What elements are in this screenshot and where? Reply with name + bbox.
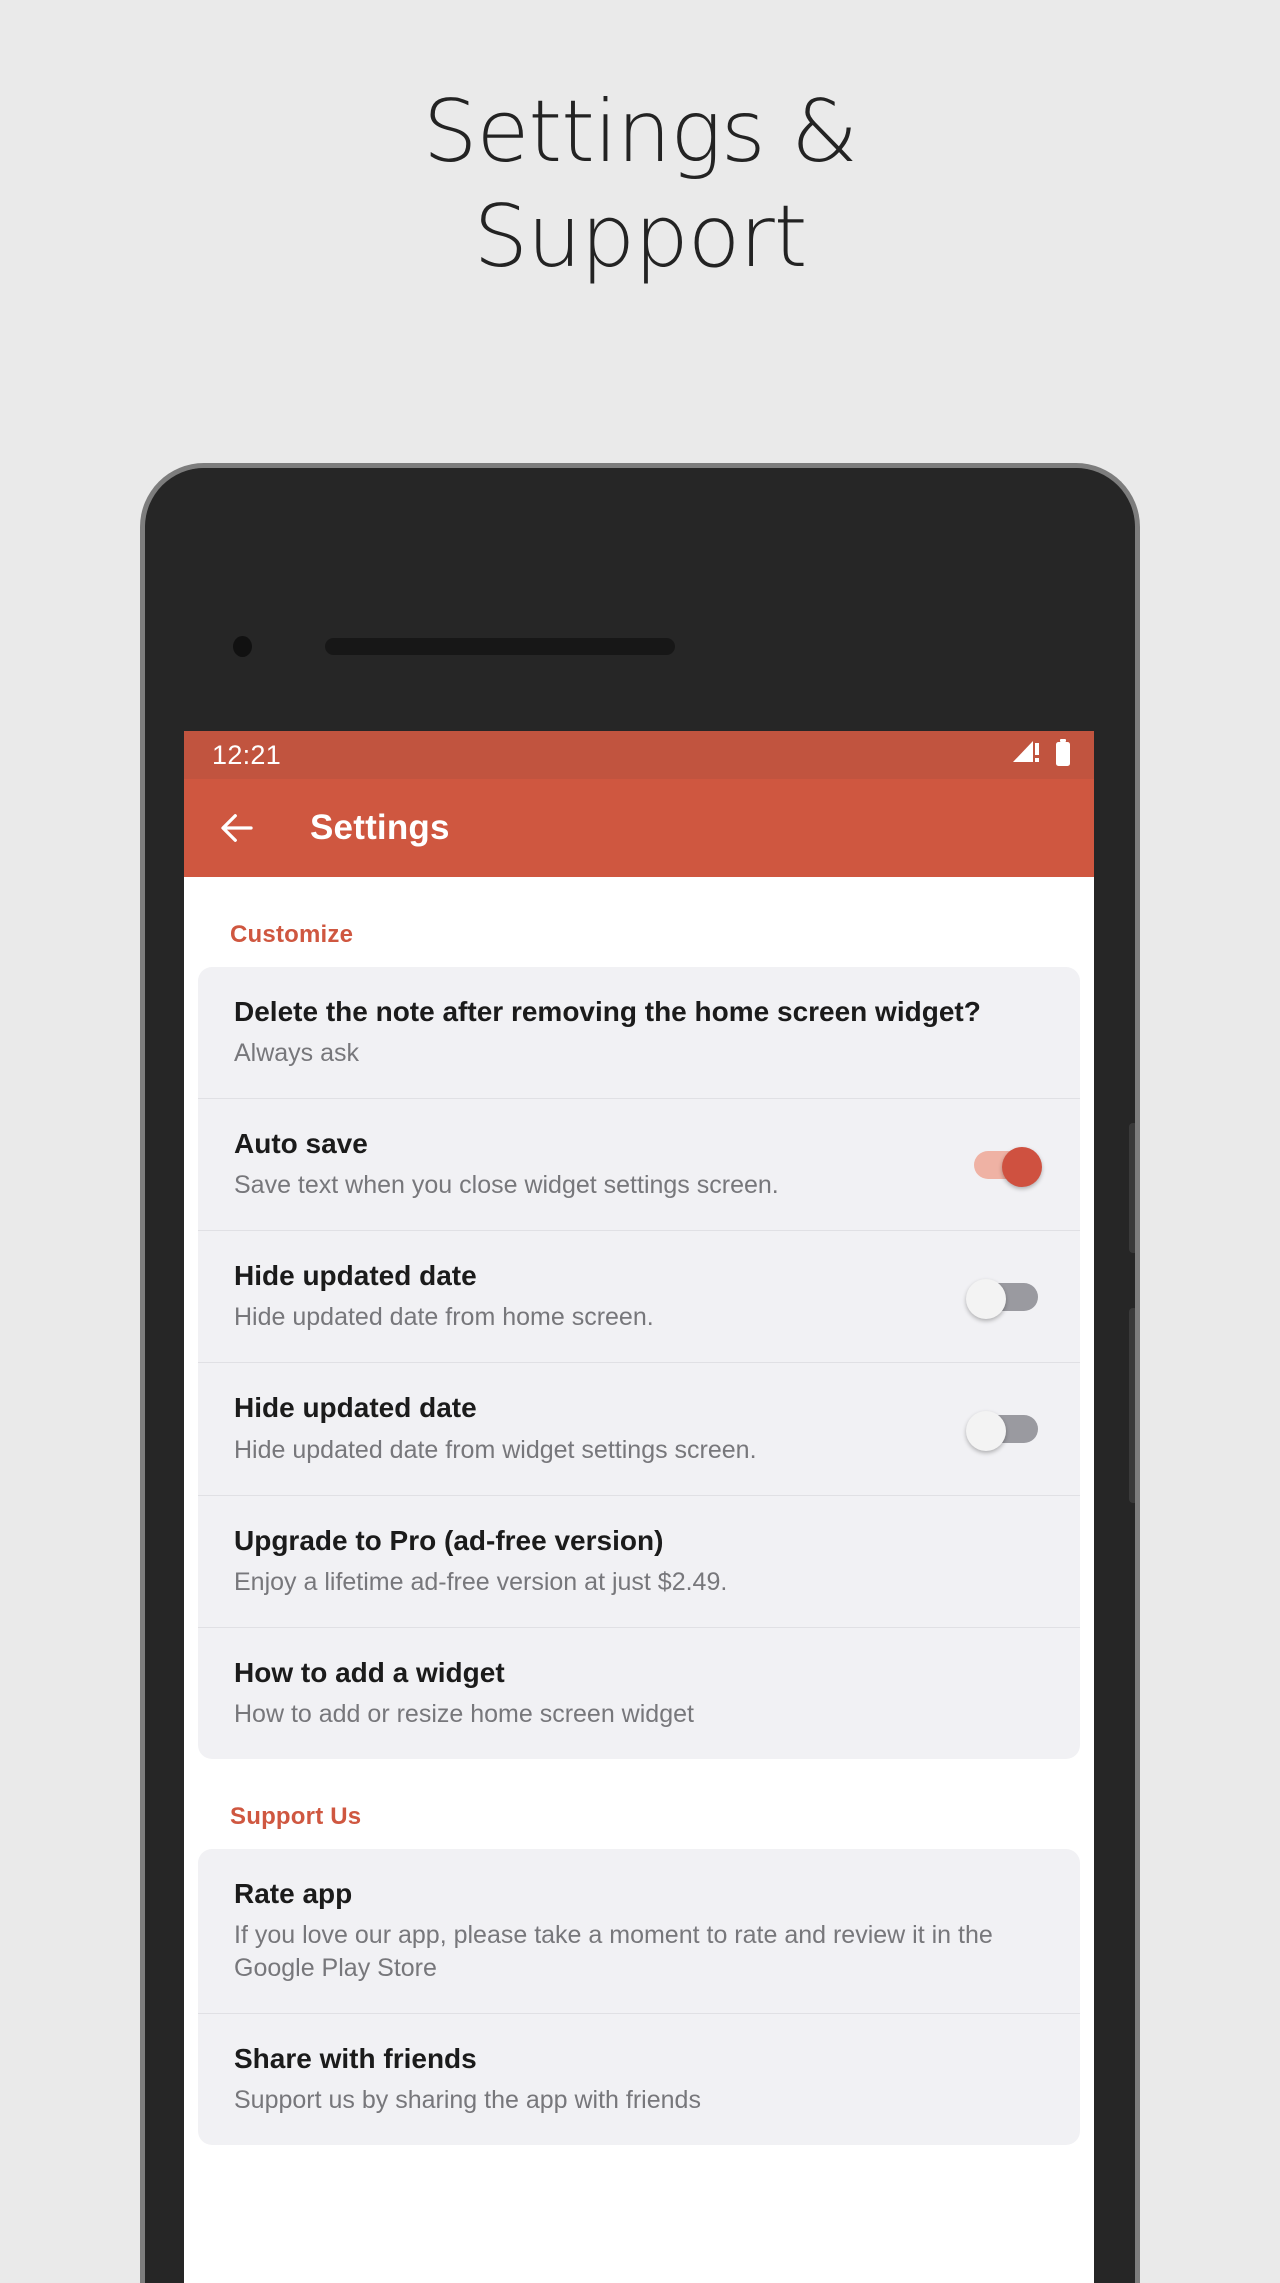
row-text: How to add a widget How to add or resize… <box>234 1656 1044 1731</box>
row-text: Hide updated date Hide updated date from… <box>234 1259 950 1334</box>
row-text: Rate app If you love our app, please tak… <box>234 1877 1044 1985</box>
list-item[interactable]: Auto save Save text when you close widge… <box>198 1098 1080 1230</box>
hero-heading: Settings & Support <box>0 80 1280 290</box>
row-subtitle: Enjoy a lifetime ad-free version at just… <box>234 1567 728 1596</box>
page-title: Settings & Support <box>422 82 858 287</box>
row-text: Hide updated date Hide updated date from… <box>234 1391 950 1466</box>
back-arrow-icon[interactable] <box>216 807 258 849</box>
row-subtitle: Save text when you close widget settings… <box>234 1171 779 1200</box>
settings-card-customize: Delete the note after removing the home … <box>198 967 1080 1759</box>
row-title: Hide updated date <box>234 1392 477 1424</box>
battery-icon <box>1054 738 1072 772</box>
toggle-thumb <box>966 1278 1006 1319</box>
section-header-support-us: Support Us <box>230 1802 362 1830</box>
status-bar: 12:21 <box>184 731 1094 779</box>
row-title: Share with friends <box>234 2043 477 2075</box>
section-header-customize: Customize <box>230 921 354 948</box>
front-camera-icon <box>233 636 252 657</box>
phone-screen: 12:21 Settings Customize Delete the note… <box>184 731 1094 2283</box>
toggle-thumb <box>966 1411 1006 1452</box>
volume-button[interactable] <box>1129 1308 1135 1503</box>
list-item[interactable]: Hide updated date Hide updated date from… <box>198 1230 1080 1362</box>
row-subtitle: If you love our app, please take a momen… <box>234 1921 993 1983</box>
phone-body: 12:21 Settings Customize Delete the note… <box>145 468 1135 2283</box>
app-bar: Settings <box>184 779 1094 877</box>
page-root: Settings & Support 12:21 Settings Custom… <box>0 0 1280 2283</box>
auto-save-toggle[interactable] <box>966 1144 1044 1187</box>
hide-updated-date-home-toggle[interactable] <box>966 1276 1044 1319</box>
list-item[interactable]: Hide updated date Hide updated date from… <box>198 1362 1080 1494</box>
earpiece-speaker-icon <box>325 638 675 655</box>
list-item[interactable]: How to add a widget How to add or resize… <box>198 1626 1080 1759</box>
row-title: Rate app <box>234 1877 353 1909</box>
row-subtitle: How to add or resize home screen widget <box>234 1699 694 1728</box>
row-title: How to add a widget <box>234 1656 505 1688</box>
row-text: Share with friends Support us by sharing… <box>234 2042 1044 2117</box>
status-icon-group <box>1012 738 1072 772</box>
list-item[interactable]: Upgrade to Pro (ad-free version) Enjoy a… <box>198 1494 1080 1627</box>
toggle-thumb <box>1002 1146 1042 1187</box>
row-subtitle: Support us by sharing the app with frien… <box>234 2086 701 2115</box>
row-text: Delete the note after removing the home … <box>234 995 1044 1070</box>
row-title: Upgrade to Pro (ad-free version) <box>234 1524 664 1556</box>
signal-warning-icon <box>1012 740 1042 771</box>
settings-list: Customize Delete the note after removing… <box>184 877 1094 2283</box>
row-subtitle: Hide updated date from home screen. <box>234 1303 654 1332</box>
power-button[interactable] <box>1129 1123 1135 1253</box>
phone-mockup: 12:21 Settings Customize Delete the note… <box>140 463 1140 2283</box>
status-clock: 12:21 <box>212 739 282 770</box>
row-subtitle: Always ask <box>234 1039 360 1068</box>
row-text: Upgrade to Pro (ad-free version) Enjoy a… <box>234 1524 1044 1599</box>
row-title: Delete the note after removing the home … <box>234 996 981 1027</box>
row-subtitle: Hide updated date from widget settings s… <box>234 1435 757 1464</box>
hide-updated-date-widget-toggle[interactable] <box>966 1408 1044 1452</box>
row-title: Hide updated date <box>234 1260 477 1292</box>
list-item[interactable]: Rate app If you love our app, please tak… <box>198 1849 1080 2013</box>
list-item[interactable]: Share with friends Support us by sharing… <box>198 2013 1080 2145</box>
list-item[interactable]: Delete the note after removing the home … <box>198 967 1080 1098</box>
settings-card-support: Rate app If you love our app, please tak… <box>198 1848 1080 2146</box>
row-title: Auto save <box>234 1128 368 1160</box>
app-bar-title: Settings <box>310 808 450 847</box>
row-text: Auto save Save text when you close widge… <box>234 1127 950 1202</box>
